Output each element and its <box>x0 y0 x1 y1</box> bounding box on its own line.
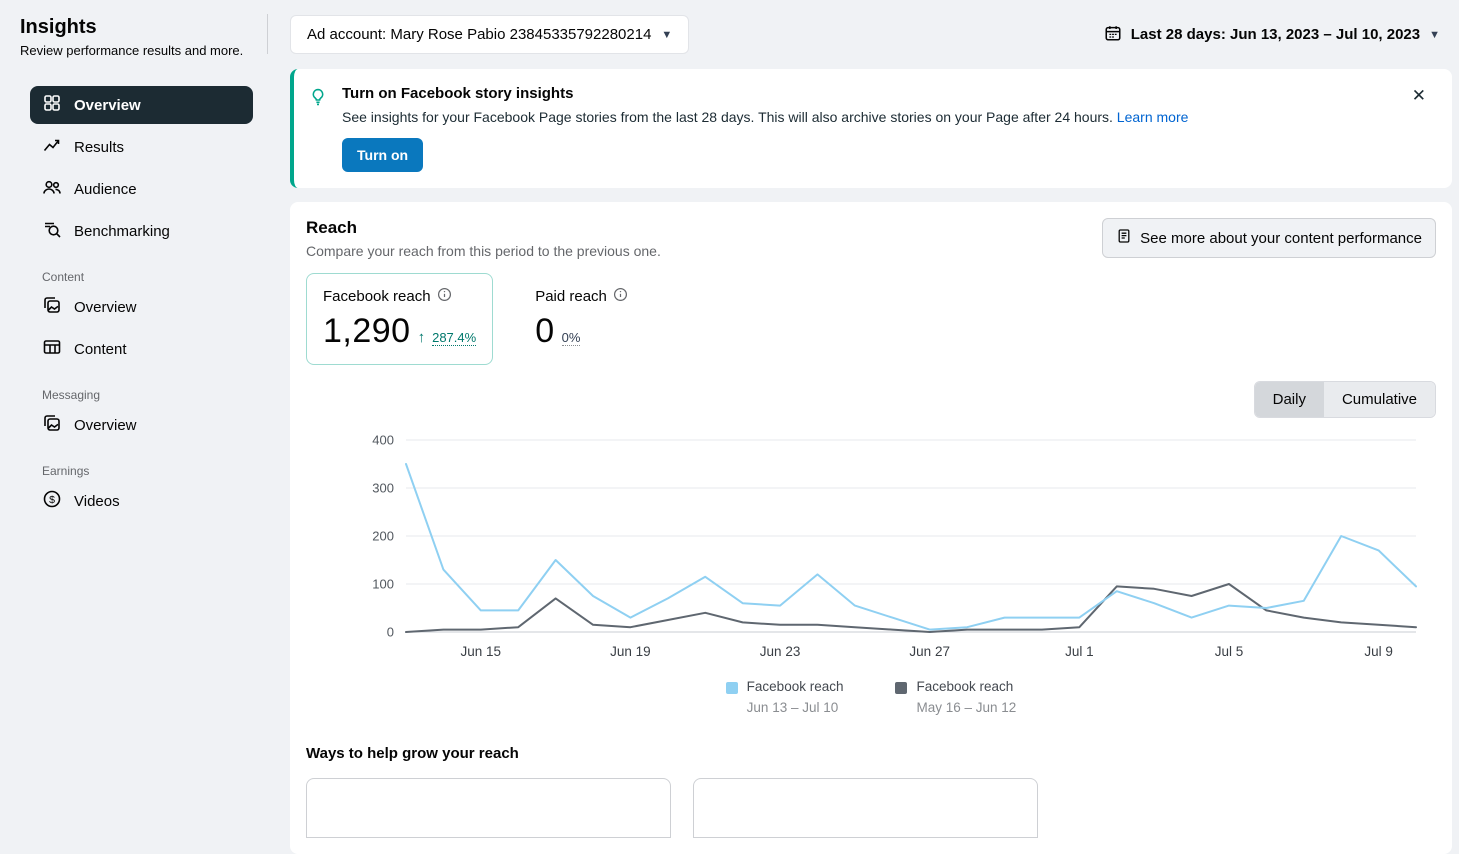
metric-label: Facebook reach <box>323 288 431 305</box>
page-subtitle: Review performance results and more. <box>20 43 244 58</box>
legend-swatch-current <box>725 682 738 694</box>
reach-subtitle: Compare your reach from this period to t… <box>306 243 661 259</box>
legend-period: May 16 – Jun 12 <box>916 700 1017 715</box>
story-insights-banner: Turn on Facebook story insights See insi… <box>290 69 1452 188</box>
sidebar-item-label: Overview <box>74 96 141 114</box>
ad-account-dropdown[interactable]: Ad account: Mary Rose Pabio 238453357922… <box>290 15 690 54</box>
grow-card[interactable] <box>693 778 1038 838</box>
svg-text:0: 0 <box>387 625 394 640</box>
ad-account-label: Ad account: Mary Rose Pabio 238453357922… <box>307 26 652 43</box>
topbar-divider <box>267 14 268 54</box>
svg-text:Jun 19: Jun 19 <box>610 644 651 659</box>
legend-period: Jun 13 – Jul 10 <box>746 700 839 715</box>
sidebar: Insights Review performance results and … <box>0 0 265 754</box>
table-icon <box>42 337 62 361</box>
sidebar-item-videos[interactable]: $ Videos <box>30 482 253 520</box>
legend-swatch-previous <box>895 682 908 694</box>
sidebar-item-label: Benchmarking <box>74 222 170 240</box>
toggle-daily-button[interactable]: Daily <box>1254 382 1324 417</box>
close-icon[interactable]: ✕ <box>1406 85 1432 107</box>
info-icon[interactable] <box>613 287 628 306</box>
sidebar-item-label: Overview <box>74 298 137 316</box>
see-more-label: See more about your content performance <box>1140 229 1422 247</box>
sidebar-item-audience[interactable]: Audience <box>30 170 253 208</box>
turn-on-button[interactable]: Turn on <box>342 138 424 172</box>
legend-name: Facebook reach <box>916 679 1014 694</box>
overview-grid-icon <box>42 93 62 117</box>
svg-text:300: 300 <box>372 481 394 496</box>
svg-text:Jul 9: Jul 9 <box>1364 644 1393 659</box>
sidebar-item-messaging-overview[interactable]: Overview <box>30 406 253 444</box>
audience-people-icon <box>42 177 62 201</box>
chart-mode-toggle: Daily Cumulative <box>1253 381 1436 418</box>
svg-text:Jul 5: Jul 5 <box>1215 644 1244 659</box>
grow-reach-section: Ways to help grow your reach <box>306 745 1436 838</box>
metric-delta: 287.4% <box>432 330 477 346</box>
results-trend-icon <box>42 135 62 159</box>
svg-text:$: $ <box>49 494 55 506</box>
sidebar-section-earnings: Earnings <box>42 464 90 478</box>
learn-more-link[interactable]: Learn more <box>1117 109 1189 125</box>
sidebar-item-overview[interactable]: Overview <box>30 86 253 124</box>
toggle-cumulative-button[interactable]: Cumulative <box>1323 382 1435 417</box>
grow-card[interactable] <box>306 778 671 838</box>
banner-title: Turn on Facebook story insights <box>342 85 574 102</box>
chevron-down-icon: ▼ <box>661 28 673 41</box>
metric-value: 1,290 <box>323 312 411 350</box>
svg-text:Jun 27: Jun 27 <box>909 644 950 659</box>
sidebar-section-content: Content <box>42 270 85 284</box>
svg-text:400: 400 <box>372 433 394 448</box>
metric-value: 0 <box>535 312 555 350</box>
legend-item-previous: Facebook reach May 16 – Jun 12 <box>895 679 1016 715</box>
banner-description: See insights for your Facebook Page stor… <box>342 109 1188 125</box>
svg-text:200: 200 <box>372 529 394 544</box>
trend-up-icon: ↑ <box>417 329 426 346</box>
benchmarking-search-icon <box>42 219 62 243</box>
main-content: Ad account: Mary Rose Pabio 238453357922… <box>265 0 1459 854</box>
reach-title: Reach <box>306 218 358 237</box>
calendar-icon <box>1104 24 1122 46</box>
banner-description-text: See insights for your Facebook Page stor… <box>342 109 1113 125</box>
svg-text:Jul 1: Jul 1 <box>1065 644 1094 659</box>
svg-text:Jun 15: Jun 15 <box>461 644 502 659</box>
sidebar-item-results[interactable]: Results <box>30 128 253 166</box>
topbar: Ad account: Mary Rose Pabio 238453357922… <box>290 15 1452 54</box>
metric-label: Paid reach <box>535 288 607 305</box>
chart-legend: Facebook reach Jun 13 – Jul 10 Facebook … <box>306 679 1436 715</box>
see-more-content-performance-button[interactable]: See more about your content performance <box>1102 218 1436 258</box>
sidebar-item-benchmarking[interactable]: Benchmarking <box>30 212 253 250</box>
document-icon <box>1116 228 1132 248</box>
chevron-down-icon: ▼ <box>1429 28 1440 41</box>
dollar-circle-icon: $ <box>42 489 62 513</box>
reach-chart: 0 100 200 300 400 Jun 15 Jun 19 Jun 23 Jun 27 Jul… <box>372 433 1417 659</box>
sidebar-item-content-overview[interactable]: Overview <box>30 288 253 326</box>
reach-section: Reach Compare your reach from this perio… <box>290 202 1452 854</box>
date-range-picker[interactable]: Last 28 days: Jun 13, 2023 – Jul 10, 202… <box>1104 24 1452 46</box>
legend-name: Facebook reach <box>746 679 844 694</box>
sidebar-item-label: Results <box>74 138 125 156</box>
sidebar-item-label: Audience <box>74 180 137 198</box>
sidebar-nav: Overview Results Audience Benchmarking C… <box>20 86 265 520</box>
lightbulb-icon <box>308 87 328 172</box>
sidebar-section-messaging: Messaging <box>42 388 101 402</box>
info-icon[interactable] <box>437 287 452 306</box>
sidebar-item-content[interactable]: Content <box>30 330 253 368</box>
paid-reach-metric[interactable]: Paid reach 0 0% <box>519 273 644 365</box>
metric-delta: 0% <box>561 330 581 346</box>
svg-text:Jun 23: Jun 23 <box>760 644 801 659</box>
svg-text:100: 100 <box>372 577 394 592</box>
photos-stack-icon <box>42 295 62 319</box>
date-range-label: Last 28 days: Jun 13, 2023 – Jul 10, 202… <box>1130 26 1421 43</box>
page-title: Insights <box>20 16 97 38</box>
legend-item-current: Facebook reach Jun 13 – Jul 10 <box>725 679 844 715</box>
photos-stack-icon <box>42 413 62 437</box>
facebook-reach-metric-card[interactable]: Facebook reach 1,290 ↑ 287.4% <box>306 273 494 365</box>
sidebar-item-label: Overview <box>74 416 137 434</box>
sidebar-item-label: Content <box>74 340 127 358</box>
sidebar-item-label: Videos <box>74 492 120 510</box>
